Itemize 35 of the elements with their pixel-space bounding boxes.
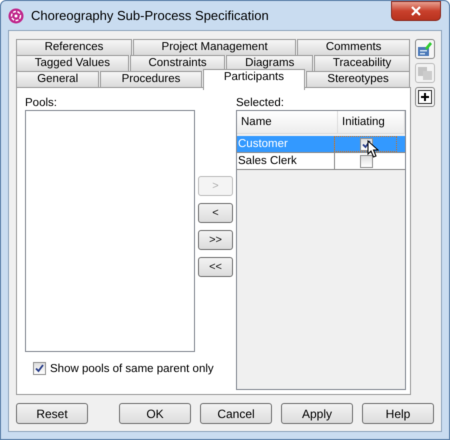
table-cell-text: Customer bbox=[237, 137, 289, 152]
tab[interactable]: Tagged Values bbox=[16, 55, 129, 71]
window-title: Choreography Sub-Process Specification bbox=[31, 8, 269, 23]
transfer-button[interactable]: >> bbox=[198, 230, 233, 250]
close-button[interactable] bbox=[391, 1, 441, 21]
dialog-button[interactable]: Cancel bbox=[200, 403, 272, 424]
transfer-button[interactable]: << bbox=[198, 257, 233, 277]
dialog-button[interactable]: Reset bbox=[16, 403, 88, 424]
dialog-button[interactable]: OK bbox=[119, 403, 191, 424]
table-cell-text: Sales Clerk bbox=[237, 154, 298, 169]
tab[interactable]: Procedures bbox=[100, 71, 202, 87]
tab[interactable]: Comments bbox=[297, 39, 410, 55]
selected-label: Selected: bbox=[236, 96, 285, 110]
column-header[interactable]: Initiating bbox=[338, 111, 405, 133]
close-icon bbox=[410, 6, 422, 16]
checkbox[interactable] bbox=[33, 362, 46, 375]
add-icon[interactable] bbox=[415, 87, 435, 107]
tab[interactable]: References bbox=[16, 39, 132, 55]
app-icon bbox=[8, 8, 24, 24]
tab[interactable]: Constraints bbox=[130, 55, 226, 71]
dialog-button[interactable]: Apply bbox=[281, 403, 353, 424]
tab[interactable]: Participants bbox=[202, 69, 306, 90]
checkbox[interactable] bbox=[360, 154, 372, 168]
tab[interactable]: General bbox=[16, 71, 100, 87]
tab[interactable]: Stereotypes bbox=[306, 71, 410, 87]
table-row[interactable]: Sales Clerk bbox=[237, 153, 405, 170]
edit-icon[interactable] bbox=[415, 39, 435, 59]
pools-label: Pools: bbox=[25, 96, 58, 110]
checkbox-label: Show pools of same parent only bbox=[50, 362, 214, 374]
column-header[interactable]: Name bbox=[237, 111, 338, 133]
dialog-button[interactable]: Help bbox=[362, 403, 434, 424]
tab[interactable]: Traceability bbox=[314, 55, 410, 71]
tab[interactable]: Project Management bbox=[132, 39, 296, 55]
pointer-cursor-icon bbox=[367, 140, 379, 158]
transfer-button[interactable]: < bbox=[198, 203, 233, 223]
